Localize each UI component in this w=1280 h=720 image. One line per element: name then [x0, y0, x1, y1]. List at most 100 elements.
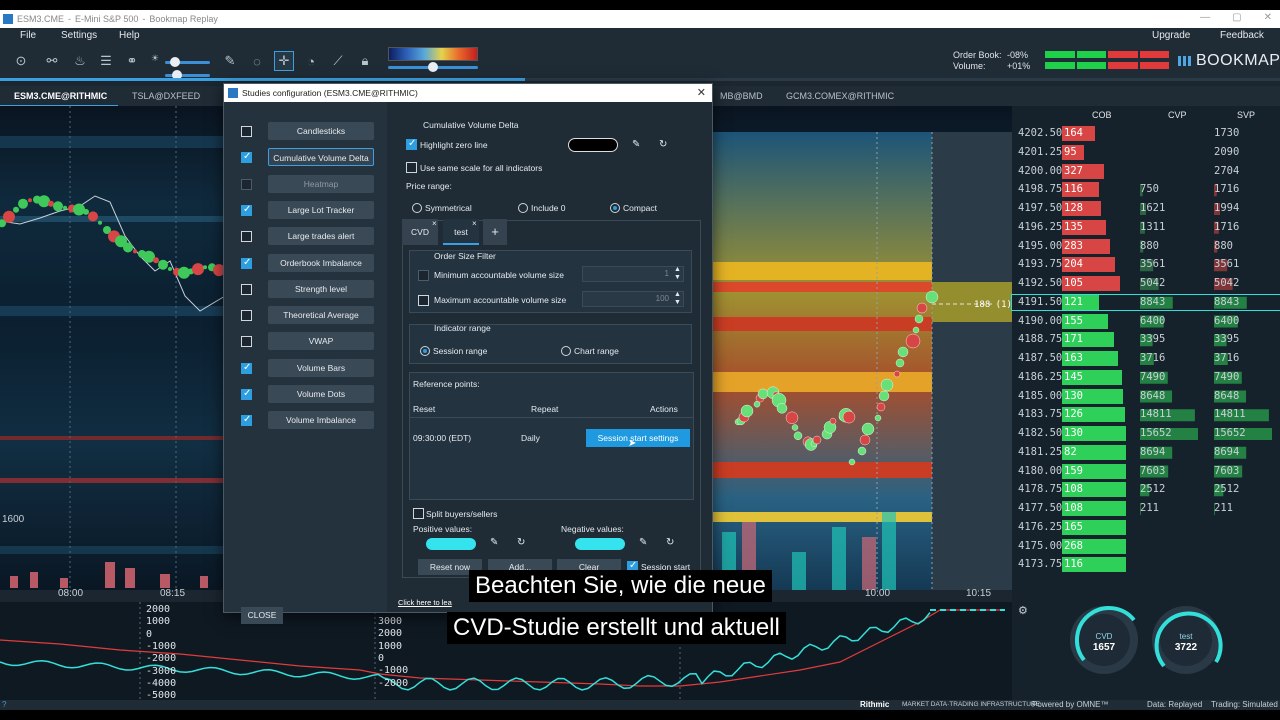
- ladder-row[interactable]: 4198.75 116 750 1716: [1012, 182, 1280, 198]
- minimize-button[interactable]: —: [1200, 12, 1210, 23]
- study-checkbox[interactable]: [241, 414, 252, 427]
- study-checkbox[interactable]: [241, 178, 252, 190]
- study-checkbox[interactable]: [241, 126, 252, 137]
- lock-icon[interactable]: 🔒︎: [355, 51, 375, 71]
- study-row[interactable]: Strength level: [224, 278, 387, 300]
- min-volume-input[interactable]: 1: [582, 266, 684, 282]
- menu-file[interactable]: File: [20, 30, 36, 41]
- ladder-row[interactable]: 4182.50 130 15652 15652: [1012, 426, 1280, 441]
- session-start-settings-button[interactable]: Session start settings: [586, 429, 690, 447]
- ladder-row[interactable]: 4202.50 164 1730: [1012, 126, 1280, 141]
- study-row[interactable]: Orderbook Imbalance: [224, 252, 387, 274]
- close-cvd-tab-icon[interactable]: ×: [432, 219, 437, 228]
- study-checkbox[interactable]: [241, 151, 252, 164]
- study-button[interactable]: Volume Bars: [268, 358, 374, 377]
- pencil-icon[interactable]: ✎: [220, 51, 240, 71]
- study-button[interactable]: Large Lot Tracker: [268, 200, 374, 219]
- study-button[interactable]: Volume Dots: [268, 385, 374, 403]
- study-checkbox[interactable]: [241, 231, 252, 243]
- layers-icon[interactable]: ☰: [96, 51, 116, 71]
- ladder-row[interactable]: 4186.25 145 7490 7490: [1012, 369, 1280, 385]
- ladder-row[interactable]: 4193.75 204 3561 3561: [1012, 257, 1280, 273]
- study-button[interactable]: Orderbook Imbalance: [268, 253, 374, 272]
- link-icon[interactable]: ⚭: [122, 51, 142, 71]
- max-volume-input[interactable]: 100: [582, 291, 684, 307]
- study-checkbox[interactable]: [241, 310, 252, 322]
- tab-mb-bmd[interactable]: MB@BMD: [720, 91, 763, 101]
- max-volume-spinner-icon[interactable]: ▲ ▼: [674, 291, 681, 307]
- study-row[interactable]: Volume Imbalance: [224, 409, 387, 431]
- ladder-row[interactable]: 4192.50 105 5042 5042: [1012, 276, 1280, 291]
- ladder-row[interactable]: 4196.25 135 1311 1716: [1012, 219, 1280, 235]
- menu-settings[interactable]: Settings: [61, 30, 97, 41]
- study-button[interactable]: Large trades alert: [268, 227, 374, 246]
- radio-session-range[interactable]: [420, 346, 430, 356]
- ladder-row[interactable]: 4195.00 283 880 880: [1012, 238, 1280, 254]
- crosshair-settings-icon[interactable]: ⊙: [11, 51, 31, 71]
- tab-esm3[interactable]: ESM3.CME@RITHMIC: [14, 91, 107, 101]
- add-tab-icon[interactable]: +: [483, 219, 507, 245]
- ladder-row[interactable]: 4191.50 121 8843 8843: [1011, 293, 1280, 311]
- price-ladder[interactable]: COB CVP SVP 4202.50 164 1730 4201.25 95 2090 4…: [1011, 106, 1280, 596]
- close-window-button[interactable]: ✕: [1264, 12, 1272, 23]
- min-volume-checkbox[interactable]: [418, 270, 429, 281]
- ladder-row[interactable]: 4201.25 95 2090: [1012, 144, 1280, 160]
- ladder-row[interactable]: 4173.75 116: [1012, 557, 1280, 573]
- study-row[interactable]: Theoretical Average: [224, 304, 387, 326]
- radio-chart-range[interactable]: [561, 346, 571, 356]
- ladder-row[interactable]: 4187.50 163 3716 3716: [1012, 351, 1280, 366]
- heatmap-color-picker[interactable]: [388, 47, 478, 61]
- zero-line-color-swatch[interactable]: [568, 138, 618, 152]
- negative-color-swatch[interactable]: [575, 538, 625, 550]
- study-row[interactable]: Large trades alert: [224, 225, 387, 247]
- study-button[interactable]: Heatmap: [268, 174, 374, 193]
- close-test-tab-icon[interactable]: ×: [472, 219, 477, 228]
- reset-positive-color-icon[interactable]: ↻: [517, 537, 525, 548]
- paint-icon[interactable]: ♨: [70, 51, 90, 71]
- chat-icon[interactable]: ◌: [247, 51, 267, 71]
- ladder-row[interactable]: 4200.00 327 2704: [1012, 163, 1280, 179]
- study-checkbox[interactable]: [241, 204, 252, 216]
- radio-symmetrical[interactable]: [412, 203, 422, 213]
- study-row[interactable]: Cumulative Volume Delta: [224, 146, 387, 168]
- edit-positive-color-icon[interactable]: ✎: [490, 537, 498, 548]
- ladder-row[interactable]: 4197.50 128 1621 1994: [1012, 201, 1280, 216]
- study-checkbox[interactable]: [241, 362, 252, 374]
- edit-color-icon[interactable]: ✎: [632, 139, 640, 150]
- reset-negative-color-icon[interactable]: ↻: [666, 537, 674, 548]
- edit-negative-color-icon[interactable]: ✎: [639, 537, 647, 548]
- tab-tsla[interactable]: TSLA@DXFEED: [132, 91, 200, 101]
- close-button[interactable]: CLOSE: [241, 607, 283, 624]
- menu-feedback[interactable]: Feedback: [1220, 30, 1264, 41]
- timer-icon[interactable]: ◔: [301, 51, 321, 71]
- tab-gcm3[interactable]: GCM3.COMEX@RITHMIC: [786, 91, 894, 101]
- ladder-row[interactable]: 4190.00 155 6400 6400: [1012, 313, 1280, 329]
- help-icon[interactable]: ?: [2, 700, 6, 709]
- maximize-button[interactable]: ▢: [1232, 12, 1241, 23]
- replay-progress-bar[interactable]: [0, 78, 1280, 81]
- ladder-row[interactable]: 4175.00 268: [1012, 538, 1280, 554]
- ladder-row[interactable]: 4180.00 159 7603 7603: [1012, 463, 1280, 479]
- ladder-row[interactable]: 4176.25 165: [1012, 519, 1280, 535]
- study-button[interactable]: Strength level: [268, 279, 374, 298]
- study-row[interactable]: Volume Bars: [224, 357, 387, 379]
- crosshair-icon[interactable]: ✛: [274, 51, 294, 71]
- study-row[interactable]: VWAP: [224, 330, 387, 352]
- help-link[interactable]: Click here to lea: [398, 598, 452, 607]
- study-row[interactable]: Large Lot Tracker: [224, 199, 387, 221]
- share-icon[interactable]: ⚯: [42, 51, 62, 71]
- same-scale-checkbox[interactable]: [406, 162, 417, 173]
- dialog-close-icon[interactable]: ✕: [697, 86, 706, 99]
- menu-help[interactable]: Help: [119, 30, 140, 41]
- radio-include-0[interactable]: [518, 203, 528, 213]
- heatmap-contrast-knob[interactable]: [428, 62, 438, 72]
- study-button[interactable]: Volume Imbalance: [268, 411, 374, 430]
- ladder-row[interactable]: 4188.75 171 3395 3395: [1012, 332, 1280, 348]
- study-checkbox[interactable]: [241, 257, 252, 269]
- ladder-row[interactable]: 4177.50 108 211 211: [1012, 501, 1280, 516]
- ladder-row[interactable]: 4178.75 108 2512 2512: [1012, 482, 1280, 498]
- menu-upgrade[interactable]: Upgrade: [1152, 30, 1190, 41]
- ladder-row[interactable]: 4181.25 82 8694 8694: [1012, 444, 1280, 460]
- positive-color-swatch[interactable]: [426, 538, 476, 550]
- study-checkbox[interactable]: [241, 388, 252, 400]
